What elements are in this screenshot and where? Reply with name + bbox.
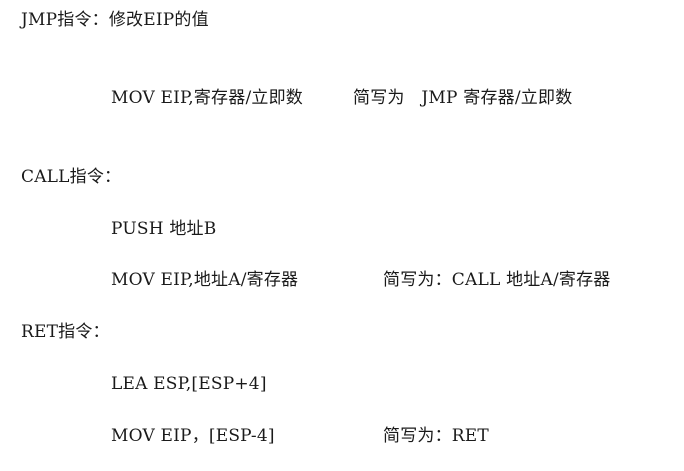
call-push-line: PUSH 地址B [111, 219, 217, 239]
jmp-code-line: MOV EIP,寄存器/立即数 [111, 88, 303, 108]
call-mov-line: MOV EIP,地址A/寄存器 [111, 270, 299, 290]
ret-shorthand-note: 简写为：RET [383, 426, 489, 446]
call-heading: CALL指令： [21, 167, 122, 187]
jmp-shorthand-note: 简写为 JMP 寄存器/立即数 [353, 88, 573, 108]
ret-lea-line: LEA ESP,[ESP+4] [111, 374, 267, 394]
ret-heading: RET指令： [21, 322, 110, 342]
call-shorthand-note: 简写为：CALL 地址A/寄存器 [383, 270, 611, 290]
ret-mov-line: MOV EIP，[ESP-4] [111, 426, 275, 446]
jmp-heading: JMP指令：修改EIP的值 [21, 10, 209, 30]
